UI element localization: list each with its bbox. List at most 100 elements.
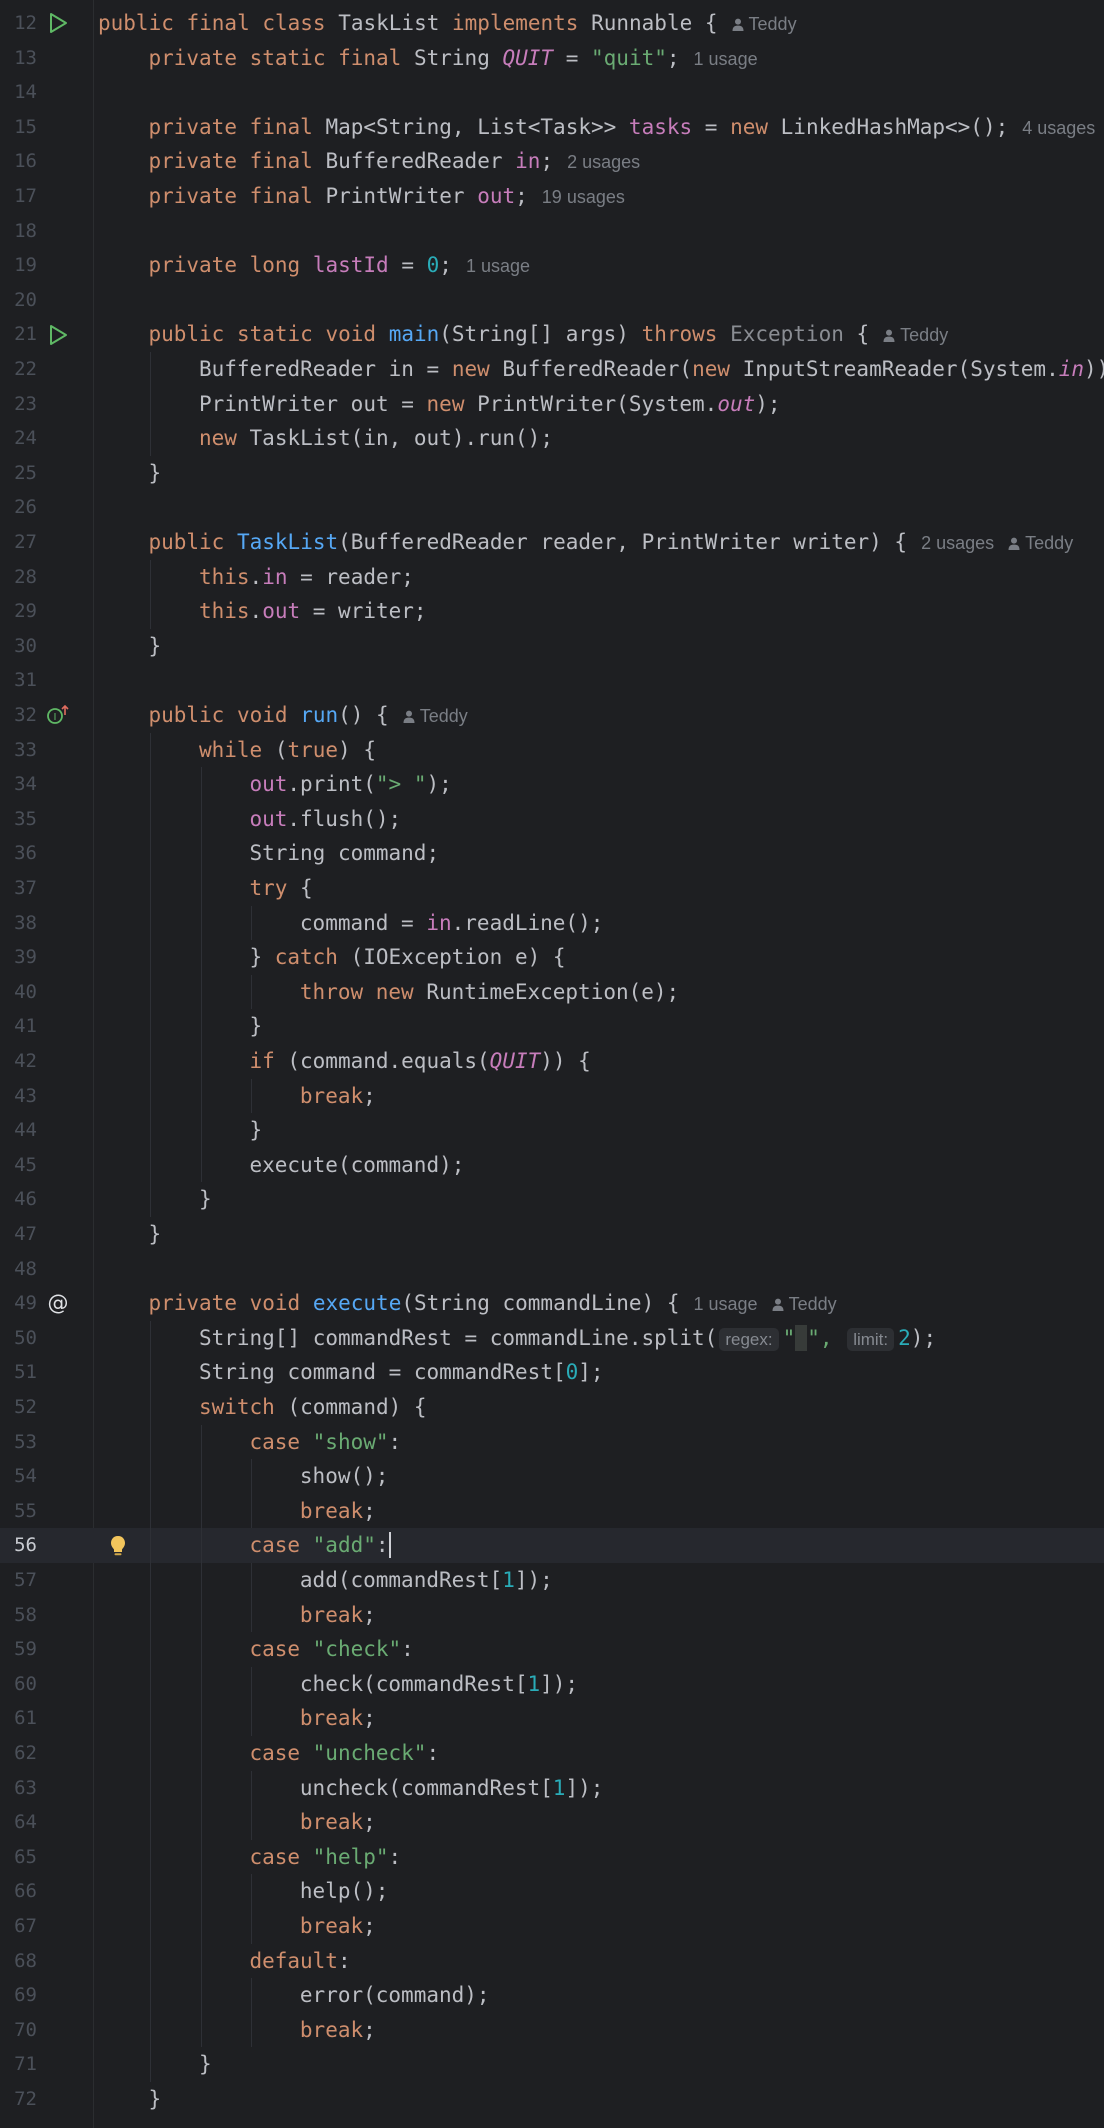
code-text[interactable]: execute(command);	[249, 1148, 464, 1183]
code-text[interactable]: private long lastId = 0; 1 usage	[148, 248, 530, 284]
code-line[interactable]: 38 command = in.readLine();	[0, 905, 1104, 941]
code-text[interactable]: String command = commandRest[0];	[199, 1355, 604, 1390]
code-line[interactable]: 53 case "show":	[0, 1424, 1104, 1460]
code-text[interactable]: private final Map<String, List<Task>> ta…	[148, 110, 1095, 146]
code-line[interactable]: 71}	[0, 2047, 1104, 2082]
code-text[interactable]: String command;	[249, 836, 439, 871]
usages-hint[interactable]: 1 usage	[694, 49, 758, 69]
code-line[interactable]: 42 if (command.equals(QUIT)) {	[0, 1044, 1104, 1079]
code-line[interactable]: 44}	[0, 1113, 1104, 1148]
code-line[interactable]: 68 default:	[0, 1943, 1104, 1979]
code-editor[interactable]: 12 public final class TaskList implements…	[0, 0, 1104, 2128]
code-text[interactable]: case "add":	[249, 1528, 391, 1563]
code-line[interactable]: 34 out.print("> ");	[0, 767, 1104, 802]
code-text[interactable]: command = in.readLine();	[300, 906, 603, 941]
code-line[interactable]: 67 break;	[0, 1909, 1104, 1944]
code-text[interactable]: }	[249, 1009, 262, 1044]
code-line[interactable]: 23 PrintWriter out = new PrintWriter(Syst…	[0, 386, 1104, 422]
code-line[interactable]: 63 uncheck(commandRest[1]);	[0, 1770, 1104, 1806]
code-line[interactable]: 12 public final class TaskList implements…	[0, 6, 1104, 41]
code-text[interactable]: private void execute(String commandLine)…	[148, 1286, 836, 1322]
code-line[interactable]: 61 break;	[0, 1701, 1104, 1736]
code-text[interactable]: break;	[300, 1805, 376, 1840]
code-line[interactable]: 16 private final BufferedReader in; 2 usag…	[0, 144, 1104, 179]
code-text[interactable]: uncheck(commandRest[1]);	[300, 1771, 603, 1806]
code-line[interactable]: 62 case "uncheck":	[0, 1736, 1104, 1771]
author-hint[interactable]: Teddy	[772, 1294, 837, 1314]
author-hint[interactable]: Teddy	[883, 325, 948, 345]
code-text[interactable]: }	[199, 1182, 212, 1217]
code-line[interactable]: 32 Ipublic void run() {Teddy	[0, 698, 1104, 733]
code-line[interactable]: 33 while (true) {	[0, 732, 1104, 768]
code-line[interactable]: 29 this.out = writer;	[0, 594, 1104, 629]
code-text[interactable]: case "show":	[249, 1425, 401, 1460]
code-line[interactable]: 30}	[0, 629, 1104, 664]
code-text[interactable]: }	[249, 1113, 262, 1148]
code-line[interactable]: 31	[0, 663, 1104, 698]
code-text[interactable]: case "check":	[249, 1632, 413, 1667]
code-line[interactable]: 57 add(commandRest[1]);	[0, 1563, 1104, 1598]
run-icon[interactable]	[44, 317, 72, 352]
code-text[interactable]: switch (command) {	[199, 1390, 427, 1425]
code-text[interactable]: new TaskList(in, out).run();	[199, 421, 553, 456]
code-text[interactable]: help();	[300, 1874, 389, 1909]
code-line[interactable]: 48	[0, 1252, 1104, 1287]
code-line[interactable]: 27 public TaskList(BufferedReader reader,…	[0, 525, 1104, 560]
code-text[interactable]: break;	[300, 1909, 376, 1944]
code-line[interactable]: 18	[0, 214, 1104, 249]
code-line[interactable]: 58 break;	[0, 1597, 1104, 1633]
code-line[interactable]: 43 break;	[0, 1078, 1104, 1114]
code-line[interactable]: 14	[0, 75, 1104, 110]
code-line[interactable]: 50 String[] commandRest = commandLine.spl…	[0, 1320, 1104, 1358]
code-text[interactable]: }	[148, 2082, 161, 2117]
code-text[interactable]: private static final String QUIT = "quit…	[148, 41, 757, 77]
code-line[interactable]: 15 private final Map<String, List<Task>> …	[0, 110, 1104, 145]
code-line[interactable]: 70 break;	[0, 2012, 1104, 2048]
code-line[interactable]: 55 break;	[0, 1493, 1104, 1529]
run-icon[interactable]	[44, 6, 72, 41]
lightbulb-icon[interactable]	[106, 1528, 130, 1563]
code-text[interactable]: throw new RuntimeException(e);	[300, 975, 679, 1010]
code-text[interactable]: case "help":	[249, 1840, 401, 1875]
code-text[interactable]: try {	[249, 871, 312, 906]
code-text[interactable]: out.print("> ");	[249, 767, 451, 802]
code-text[interactable]: while (true) {	[199, 733, 376, 768]
code-text[interactable]: out.flush();	[249, 802, 401, 837]
code-text[interactable]: } catch (IOException e) {	[249, 940, 565, 975]
code-line[interactable]: 19 private long lastId = 0; 1 usage	[0, 248, 1104, 283]
code-line[interactable]: 47}	[0, 1217, 1104, 1252]
at-sign-icon[interactable]: @	[44, 1286, 72, 1321]
code-line[interactable]: 66 help();	[0, 1874, 1104, 1909]
code-text[interactable]: }	[148, 629, 161, 664]
code-text[interactable]: public final class TaskList implements R…	[98, 6, 797, 42]
code-line[interactable]: 17 private final PrintWriter out; 19 usage…	[0, 179, 1104, 214]
code-line[interactable]: 60 check(commandRest[1]);	[0, 1666, 1104, 1702]
code-text[interactable]: }	[148, 1217, 161, 1252]
code-text[interactable]: error(command);	[300, 1978, 490, 2013]
code-text[interactable]: this.in = reader;	[199, 560, 414, 595]
code-text[interactable]: if (command.equals(QUIT)) {	[249, 1044, 590, 1079]
code-text[interactable]: public void run() {Teddy	[148, 698, 467, 734]
code-line[interactable]: 26	[0, 490, 1104, 525]
code-line[interactable]: 39} catch (IOException e) {	[0, 940, 1104, 975]
code-text[interactable]: check(commandRest[1]);	[300, 1667, 578, 1702]
code-line[interactable]: 69 error(command);	[0, 1978, 1104, 2013]
code-text[interactable]: add(commandRest[1]);	[300, 1563, 553, 1598]
code-text[interactable]: break;	[300, 1701, 376, 1736]
code-text[interactable]: private final PrintWriter out; 19 usages	[148, 179, 624, 215]
code-text[interactable]: break;	[300, 2013, 376, 2048]
code-line[interactable]: 28 this.in = reader;	[0, 559, 1104, 595]
code-text[interactable]: }	[199, 2047, 212, 2082]
usages-hint[interactable]: 4 usages	[1022, 118, 1095, 138]
code-line[interactable]: 51 String command = commandRest[0];	[0, 1355, 1104, 1390]
code-text[interactable]: PrintWriter out = new PrintWriter(System…	[199, 387, 781, 422]
code-line[interactable]: 65 case "help":	[0, 1839, 1104, 1875]
code-line[interactable]: 72}	[0, 2082, 1104, 2117]
code-line[interactable]: 22 BufferedReader in = new BufferedReader…	[0, 352, 1104, 387]
code-text[interactable]: public static void main(String[] args) t…	[148, 317, 948, 353]
code-text[interactable]: break;	[300, 1079, 376, 1114]
code-line[interactable]: 52 switch (command) {	[0, 1390, 1104, 1425]
code-line[interactable]: 35 out.flush();	[0, 801, 1104, 837]
code-line[interactable]: 20	[0, 283, 1104, 318]
code-text[interactable]: String[] commandRest = commandLine.split…	[199, 1321, 936, 1358]
